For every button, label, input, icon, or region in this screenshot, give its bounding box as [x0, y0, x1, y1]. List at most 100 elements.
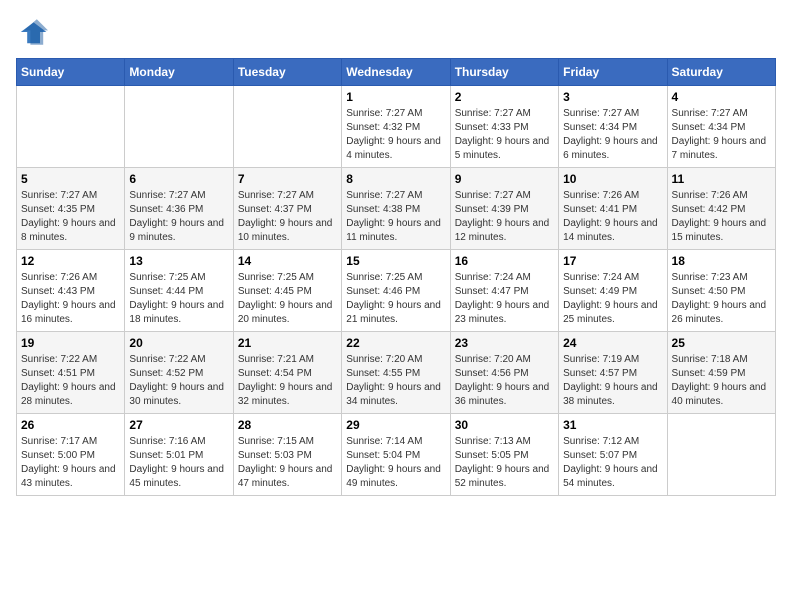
week-row-2: 12 Sunrise: 7:26 AMSunset: 4:43 PMDayligh…	[17, 250, 776, 332]
calendar-cell	[17, 86, 125, 168]
cell-info: Sunrise: 7:14 AMSunset: 5:04 PMDaylight:…	[346, 435, 445, 491]
cell-info: Sunrise: 7:24 AMSunset: 4:49 PMDaylight:…	[563, 271, 662, 327]
calendar-cell: 21 Sunrise: 7:21 AMSunset: 4:54 PMDayligh…	[233, 332, 341, 414]
day-number: 18	[672, 254, 771, 268]
day-number: 25	[672, 336, 771, 350]
calendar-cell: 4 Sunrise: 7:27 AMSunset: 4:34 PMDaylight…	[667, 86, 775, 168]
cell-info: Sunrise: 7:20 AMSunset: 4:56 PMDaylight:…	[455, 353, 554, 409]
cell-info: Sunrise: 7:27 AMSunset: 4:39 PMDaylight:…	[455, 189, 554, 245]
cell-info: Sunrise: 7:21 AMSunset: 4:54 PMDaylight:…	[238, 353, 337, 409]
day-number: 29	[346, 418, 445, 432]
header-cell-friday: Friday	[559, 59, 667, 86]
cell-info: Sunrise: 7:27 AMSunset: 4:32 PMDaylight:…	[346, 107, 445, 163]
header-cell-saturday: Saturday	[667, 59, 775, 86]
calendar-cell: 7 Sunrise: 7:27 AMSunset: 4:37 PMDaylight…	[233, 168, 341, 250]
calendar-cell: 19 Sunrise: 7:22 AMSunset: 4:51 PMDayligh…	[17, 332, 125, 414]
cell-info: Sunrise: 7:25 AMSunset: 4:46 PMDaylight:…	[346, 271, 445, 327]
calendar-cell	[233, 86, 341, 168]
day-number: 26	[21, 418, 120, 432]
day-number: 19	[21, 336, 120, 350]
day-number: 5	[21, 172, 120, 186]
cell-info: Sunrise: 7:16 AMSunset: 5:01 PMDaylight:…	[129, 435, 228, 491]
day-number: 17	[563, 254, 662, 268]
week-row-4: 26 Sunrise: 7:17 AMSunset: 5:00 PMDayligh…	[17, 414, 776, 496]
calendar-cell: 31 Sunrise: 7:12 AMSunset: 5:07 PMDayligh…	[559, 414, 667, 496]
calendar-cell: 9Sunrise: 7:27 AMSunset: 4:39 PMDaylight…	[450, 168, 558, 250]
calendar-cell: 28 Sunrise: 7:15 AMSunset: 5:03 PMDayligh…	[233, 414, 341, 496]
header-cell-thursday: Thursday	[450, 59, 558, 86]
day-number: 12	[21, 254, 120, 268]
header-cell-wednesday: Wednesday	[342, 59, 450, 86]
day-number: 8	[346, 172, 445, 186]
calendar-cell: 20Sunrise: 7:22 AMSunset: 4:52 PMDayligh…	[125, 332, 233, 414]
day-number: 7	[238, 172, 337, 186]
cell-info: Sunrise: 7:25 AMSunset: 4:44 PMDaylight:…	[129, 271, 228, 327]
cell-info: Sunrise: 7:13 AMSunset: 5:05 PMDaylight:…	[455, 435, 554, 491]
day-number: 23	[455, 336, 554, 350]
calendar-cell: 24 Sunrise: 7:19 AMSunset: 4:57 PMDayligh…	[559, 332, 667, 414]
header-cell-monday: Monday	[125, 59, 233, 86]
calendar-cell: 6 Sunrise: 7:27 AMSunset: 4:36 PMDaylight…	[125, 168, 233, 250]
calendar-cell: 13 Sunrise: 7:25 AMSunset: 4:44 PMDayligh…	[125, 250, 233, 332]
week-row-0: 1 Sunrise: 7:27 AMSunset: 4:32 PMDaylight…	[17, 86, 776, 168]
cell-info: Sunrise: 7:23 AMSunset: 4:50 PMDaylight:…	[672, 271, 771, 327]
header-cell-sunday: Sunday	[17, 59, 125, 86]
cell-info: Sunrise: 7:17 AMSunset: 5:00 PMDaylight:…	[21, 435, 120, 491]
cell-info: Sunrise: 7:27 AMSunset: 4:33 PMDaylight:…	[455, 107, 554, 163]
cell-info: Sunrise: 7:12 AMSunset: 5:07 PMDaylight:…	[563, 435, 662, 491]
day-number: 1	[346, 90, 445, 104]
calendar-cell: 5 Sunrise: 7:27 AMSunset: 4:35 PMDaylight…	[17, 168, 125, 250]
calendar-table: SundayMondayTuesdayWednesdayThursdayFrid…	[16, 58, 776, 496]
cell-info: Sunrise: 7:27 AMSunset: 4:36 PMDaylight:…	[129, 189, 228, 245]
day-number: 2	[455, 90, 554, 104]
day-number: 4	[672, 90, 771, 104]
calendar-cell: 8Sunrise: 7:27 AMSunset: 4:38 PMDaylight…	[342, 168, 450, 250]
calendar-cell: 23 Sunrise: 7:20 AMSunset: 4:56 PMDayligh…	[450, 332, 558, 414]
day-number: 3	[563, 90, 662, 104]
cell-info: Sunrise: 7:20 AMSunset: 4:55 PMDaylight:…	[346, 353, 445, 409]
calendar-cell: 18 Sunrise: 7:23 AMSunset: 4:50 PMDayligh…	[667, 250, 775, 332]
calendar-cell: 29 Sunrise: 7:14 AMSunset: 5:04 PMDayligh…	[342, 414, 450, 496]
calendar-cell: 11Sunrise: 7:26 AMSunset: 4:42 PMDayligh…	[667, 168, 775, 250]
cell-info: Sunrise: 7:25 AMSunset: 4:45 PMDaylight:…	[238, 271, 337, 327]
header	[16, 16, 776, 48]
week-row-3: 19 Sunrise: 7:22 AMSunset: 4:51 PMDayligh…	[17, 332, 776, 414]
calendar-cell: 17 Sunrise: 7:24 AMSunset: 4:49 PMDayligh…	[559, 250, 667, 332]
day-number: 30	[455, 418, 554, 432]
cell-info: Sunrise: 7:27 AMSunset: 4:35 PMDaylight:…	[21, 189, 120, 245]
calendar-header: SundayMondayTuesdayWednesdayThursdayFrid…	[17, 59, 776, 86]
calendar-cell: 12 Sunrise: 7:26 AMSunset: 4:43 PMDayligh…	[17, 250, 125, 332]
day-number: 14	[238, 254, 337, 268]
logo-icon	[16, 16, 48, 48]
day-number: 31	[563, 418, 662, 432]
cell-info: Sunrise: 7:18 AMSunset: 4:59 PMDaylight:…	[672, 353, 771, 409]
cell-info: Sunrise: 7:27 AMSunset: 4:37 PMDaylight:…	[238, 189, 337, 245]
cell-info: Sunrise: 7:15 AMSunset: 5:03 PMDaylight:…	[238, 435, 337, 491]
calendar-cell: 10 Sunrise: 7:26 AMSunset: 4:41 PMDayligh…	[559, 168, 667, 250]
calendar-cell: 14 Sunrise: 7:25 AMSunset: 4:45 PMDayligh…	[233, 250, 341, 332]
day-number: 6	[129, 172, 228, 186]
cell-info: Sunrise: 7:27 AMSunset: 4:34 PMDaylight:…	[672, 107, 771, 163]
cell-info: Sunrise: 7:26 AMSunset: 4:43 PMDaylight:…	[21, 271, 120, 327]
cell-info: Sunrise: 7:22 AMSunset: 4:51 PMDaylight:…	[21, 353, 120, 409]
calendar-cell: 1 Sunrise: 7:27 AMSunset: 4:32 PMDaylight…	[342, 86, 450, 168]
day-number: 28	[238, 418, 337, 432]
cell-info: Sunrise: 7:27 AMSunset: 4:34 PMDaylight:…	[563, 107, 662, 163]
day-number: 21	[238, 336, 337, 350]
day-number: 24	[563, 336, 662, 350]
day-number: 22	[346, 336, 445, 350]
day-number: 16	[455, 254, 554, 268]
day-number: 13	[129, 254, 228, 268]
cell-info: Sunrise: 7:24 AMSunset: 4:47 PMDaylight:…	[455, 271, 554, 327]
calendar-body: 1 Sunrise: 7:27 AMSunset: 4:32 PMDaylight…	[17, 86, 776, 496]
day-number: 10	[563, 172, 662, 186]
calendar-cell: 15Sunrise: 7:25 AMSunset: 4:46 PMDayligh…	[342, 250, 450, 332]
cell-info: Sunrise: 7:19 AMSunset: 4:57 PMDaylight:…	[563, 353, 662, 409]
calendar-cell: 30 Sunrise: 7:13 AMSunset: 5:05 PMDayligh…	[450, 414, 558, 496]
cell-info: Sunrise: 7:26 AMSunset: 4:41 PMDaylight:…	[563, 189, 662, 245]
calendar-cell: 25 Sunrise: 7:18 AMSunset: 4:59 PMDayligh…	[667, 332, 775, 414]
calendar-cell: 3 Sunrise: 7:27 AMSunset: 4:34 PMDaylight…	[559, 86, 667, 168]
header-cell-tuesday: Tuesday	[233, 59, 341, 86]
day-number: 27	[129, 418, 228, 432]
header-row: SundayMondayTuesdayWednesdayThursdayFrid…	[17, 59, 776, 86]
